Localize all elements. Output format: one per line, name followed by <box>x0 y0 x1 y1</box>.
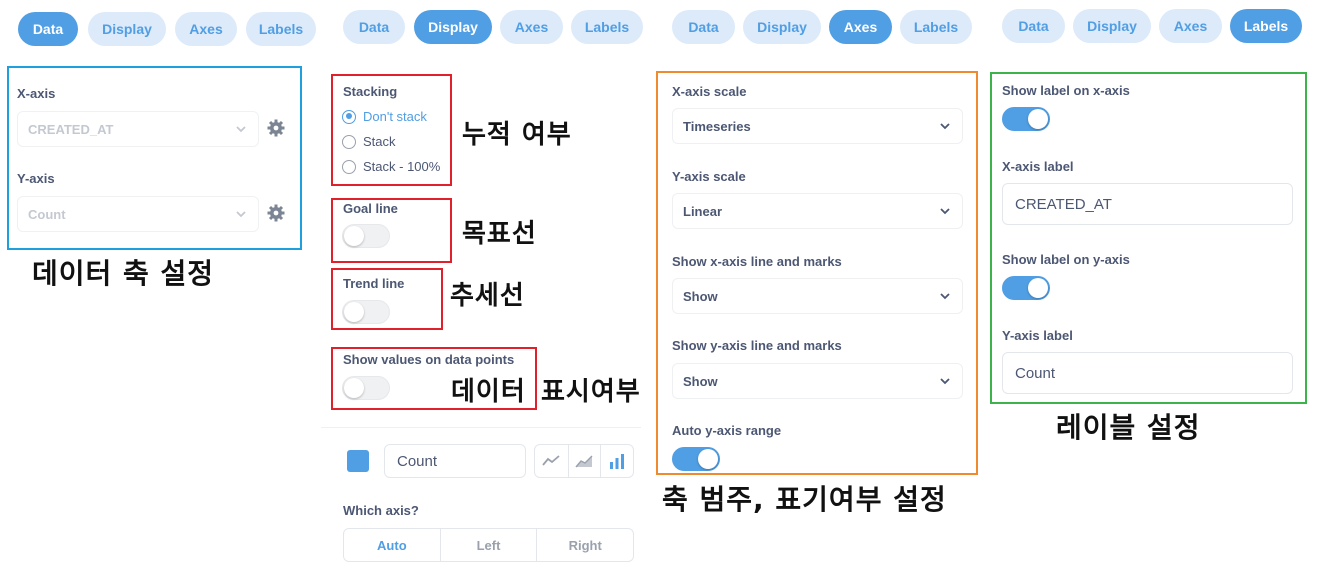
gear-icon[interactable] <box>266 203 286 223</box>
chart-type-group <box>534 444 634 478</box>
trend-line-label: Trend line <box>343 276 405 291</box>
tab-axes[interactable]: Axes <box>175 12 237 46</box>
line-chart-icon[interactable] <box>535 445 568 477</box>
tab-display[interactable]: Display <box>414 10 492 44</box>
show-x-line-select[interactable]: Show <box>672 278 963 314</box>
area-chart-icon[interactable] <box>567 445 601 477</box>
y-scale-select[interactable]: Linear <box>672 193 963 229</box>
x-axis-select[interactable]: CREATED_AT <box>17 111 259 147</box>
y-scale-label: Y-axis scale <box>672 169 746 184</box>
toggle-knob <box>344 302 364 322</box>
section-divider <box>321 427 641 428</box>
x-axis-select-value: CREATED_AT <box>28 121 114 137</box>
tab-axes[interactable]: Axes <box>1159 9 1222 43</box>
toggle-knob <box>344 378 364 398</box>
y-label-title: Y-axis label <box>1002 328 1073 343</box>
x-axis-label: X-axis <box>17 86 56 101</box>
axis-option-left[interactable]: Left <box>439 529 537 561</box>
show-values-toggle[interactable] <box>342 376 390 400</box>
auto-range-label: Auto y-axis range <box>672 423 782 438</box>
tab-data[interactable]: Data <box>1002 9 1065 43</box>
show-y-line-select[interactable]: Show <box>672 363 963 399</box>
y-axis-label: Y-axis <box>17 171 55 186</box>
gear-icon[interactable] <box>266 118 286 138</box>
show-values-annotation-1: 데이터 <box>451 377 526 407</box>
chevron-down-icon <box>236 211 246 218</box>
chevron-down-icon <box>940 123 950 130</box>
toggle-knob <box>1028 278 1048 298</box>
stacking-annotation: 누적 여부 <box>462 120 572 150</box>
radio-stack[interactable]: Stack <box>342 134 396 149</box>
radio-selected-icon <box>342 109 356 124</box>
radio-label: Stack <box>363 134 396 149</box>
tab-data[interactable]: Data <box>343 10 405 44</box>
tab-labels[interactable]: Labels <box>571 10 643 44</box>
series-color-swatch[interactable] <box>347 450 369 472</box>
tab-axes[interactable]: Axes <box>500 10 563 44</box>
chevron-down-icon <box>236 126 246 133</box>
x-label-title: X-axis label <box>1002 159 1074 174</box>
which-axis-label: Which axis? <box>343 503 419 518</box>
show-y-line-value: Show <box>683 373 718 389</box>
show-y-label-toggle[interactable] <box>1002 276 1050 300</box>
x-scale-label: X-axis scale <box>672 84 747 99</box>
tab-data[interactable]: Data <box>672 10 735 44</box>
x-label-input[interactable]: CREATED_AT <box>1002 183 1293 225</box>
tab-display[interactable]: Display <box>88 12 166 46</box>
show-values-label: Show values on data points <box>343 352 515 367</box>
chevron-down-icon <box>940 208 950 215</box>
radio-stack-100[interactable]: Stack - 100% <box>342 159 440 174</box>
tab-axes[interactable]: Axes <box>829 10 892 44</box>
radio-icon <box>342 134 356 149</box>
axes-settings-annotation: 축 범주, 표기여부 설정 <box>662 483 947 516</box>
show-y-label-title: Show label on y-axis <box>1002 252 1130 267</box>
stacking-label: Stacking <box>343 84 398 99</box>
tab-labels[interactable]: Labels <box>1230 9 1302 43</box>
radio-icon <box>342 159 356 174</box>
chevron-down-icon <box>940 378 950 385</box>
which-axis-segmented: Auto Left Right <box>343 528 634 562</box>
goal-line-annotation: 목표선 <box>462 219 537 249</box>
y-label-input[interactable]: Count <box>1002 352 1293 394</box>
show-x-label-toggle[interactable] <box>1002 107 1050 131</box>
y-scale-value: Linear <box>683 203 723 219</box>
toggle-knob <box>1028 109 1048 129</box>
auto-range-toggle[interactable] <box>672 447 720 471</box>
show-y-line-label: Show y-axis line and marks <box>672 338 842 353</box>
trend-line-toggle[interactable] <box>342 300 390 324</box>
show-x-label-title: Show label on x-axis <box>1002 83 1130 98</box>
radio-label: Stack - 100% <box>363 159 441 174</box>
tab-labels[interactable]: Labels <box>900 10 972 44</box>
show-values-annotation-2: 표시여부 <box>541 377 641 407</box>
labels-settings-annotation: 레이블 설정 <box>1056 411 1201 444</box>
goal-line-toggle[interactable] <box>342 224 390 248</box>
tab-display[interactable]: Display <box>743 10 821 44</box>
axis-option-right[interactable]: Right <box>536 529 633 561</box>
tab-display[interactable]: Display <box>1073 9 1151 43</box>
radio-label: Don't stack <box>363 109 427 124</box>
y-label-value: Count <box>1015 364 1056 382</box>
x-scale-value: Timeseries <box>683 118 751 134</box>
x-label-value: CREATED_AT <box>1015 195 1112 213</box>
tab-labels[interactable]: Labels <box>246 12 316 46</box>
show-x-line-label: Show x-axis line and marks <box>672 254 842 269</box>
data-settings-annotation: 데이터 축 설정 <box>32 257 215 290</box>
y-axis-select-value: Count <box>28 206 66 222</box>
series-name-input[interactable]: Count <box>384 444 526 478</box>
show-x-line-value: Show <box>683 288 718 304</box>
toggle-knob <box>698 449 718 469</box>
y-axis-select[interactable]: Count <box>17 196 259 232</box>
goal-line-label: Goal line <box>343 201 398 216</box>
series-name-value: Count <box>397 452 438 470</box>
axis-option-auto[interactable]: Auto <box>344 529 440 561</box>
trend-line-annotation: 추세선 <box>450 281 525 311</box>
bar-chart-icon[interactable] <box>600 445 633 477</box>
chevron-down-icon <box>940 293 950 300</box>
tab-data[interactable]: Data <box>18 12 78 46</box>
toggle-knob <box>344 226 364 246</box>
x-scale-select[interactable]: Timeseries <box>672 108 963 144</box>
radio-dont-stack[interactable]: Don't stack <box>342 109 427 124</box>
